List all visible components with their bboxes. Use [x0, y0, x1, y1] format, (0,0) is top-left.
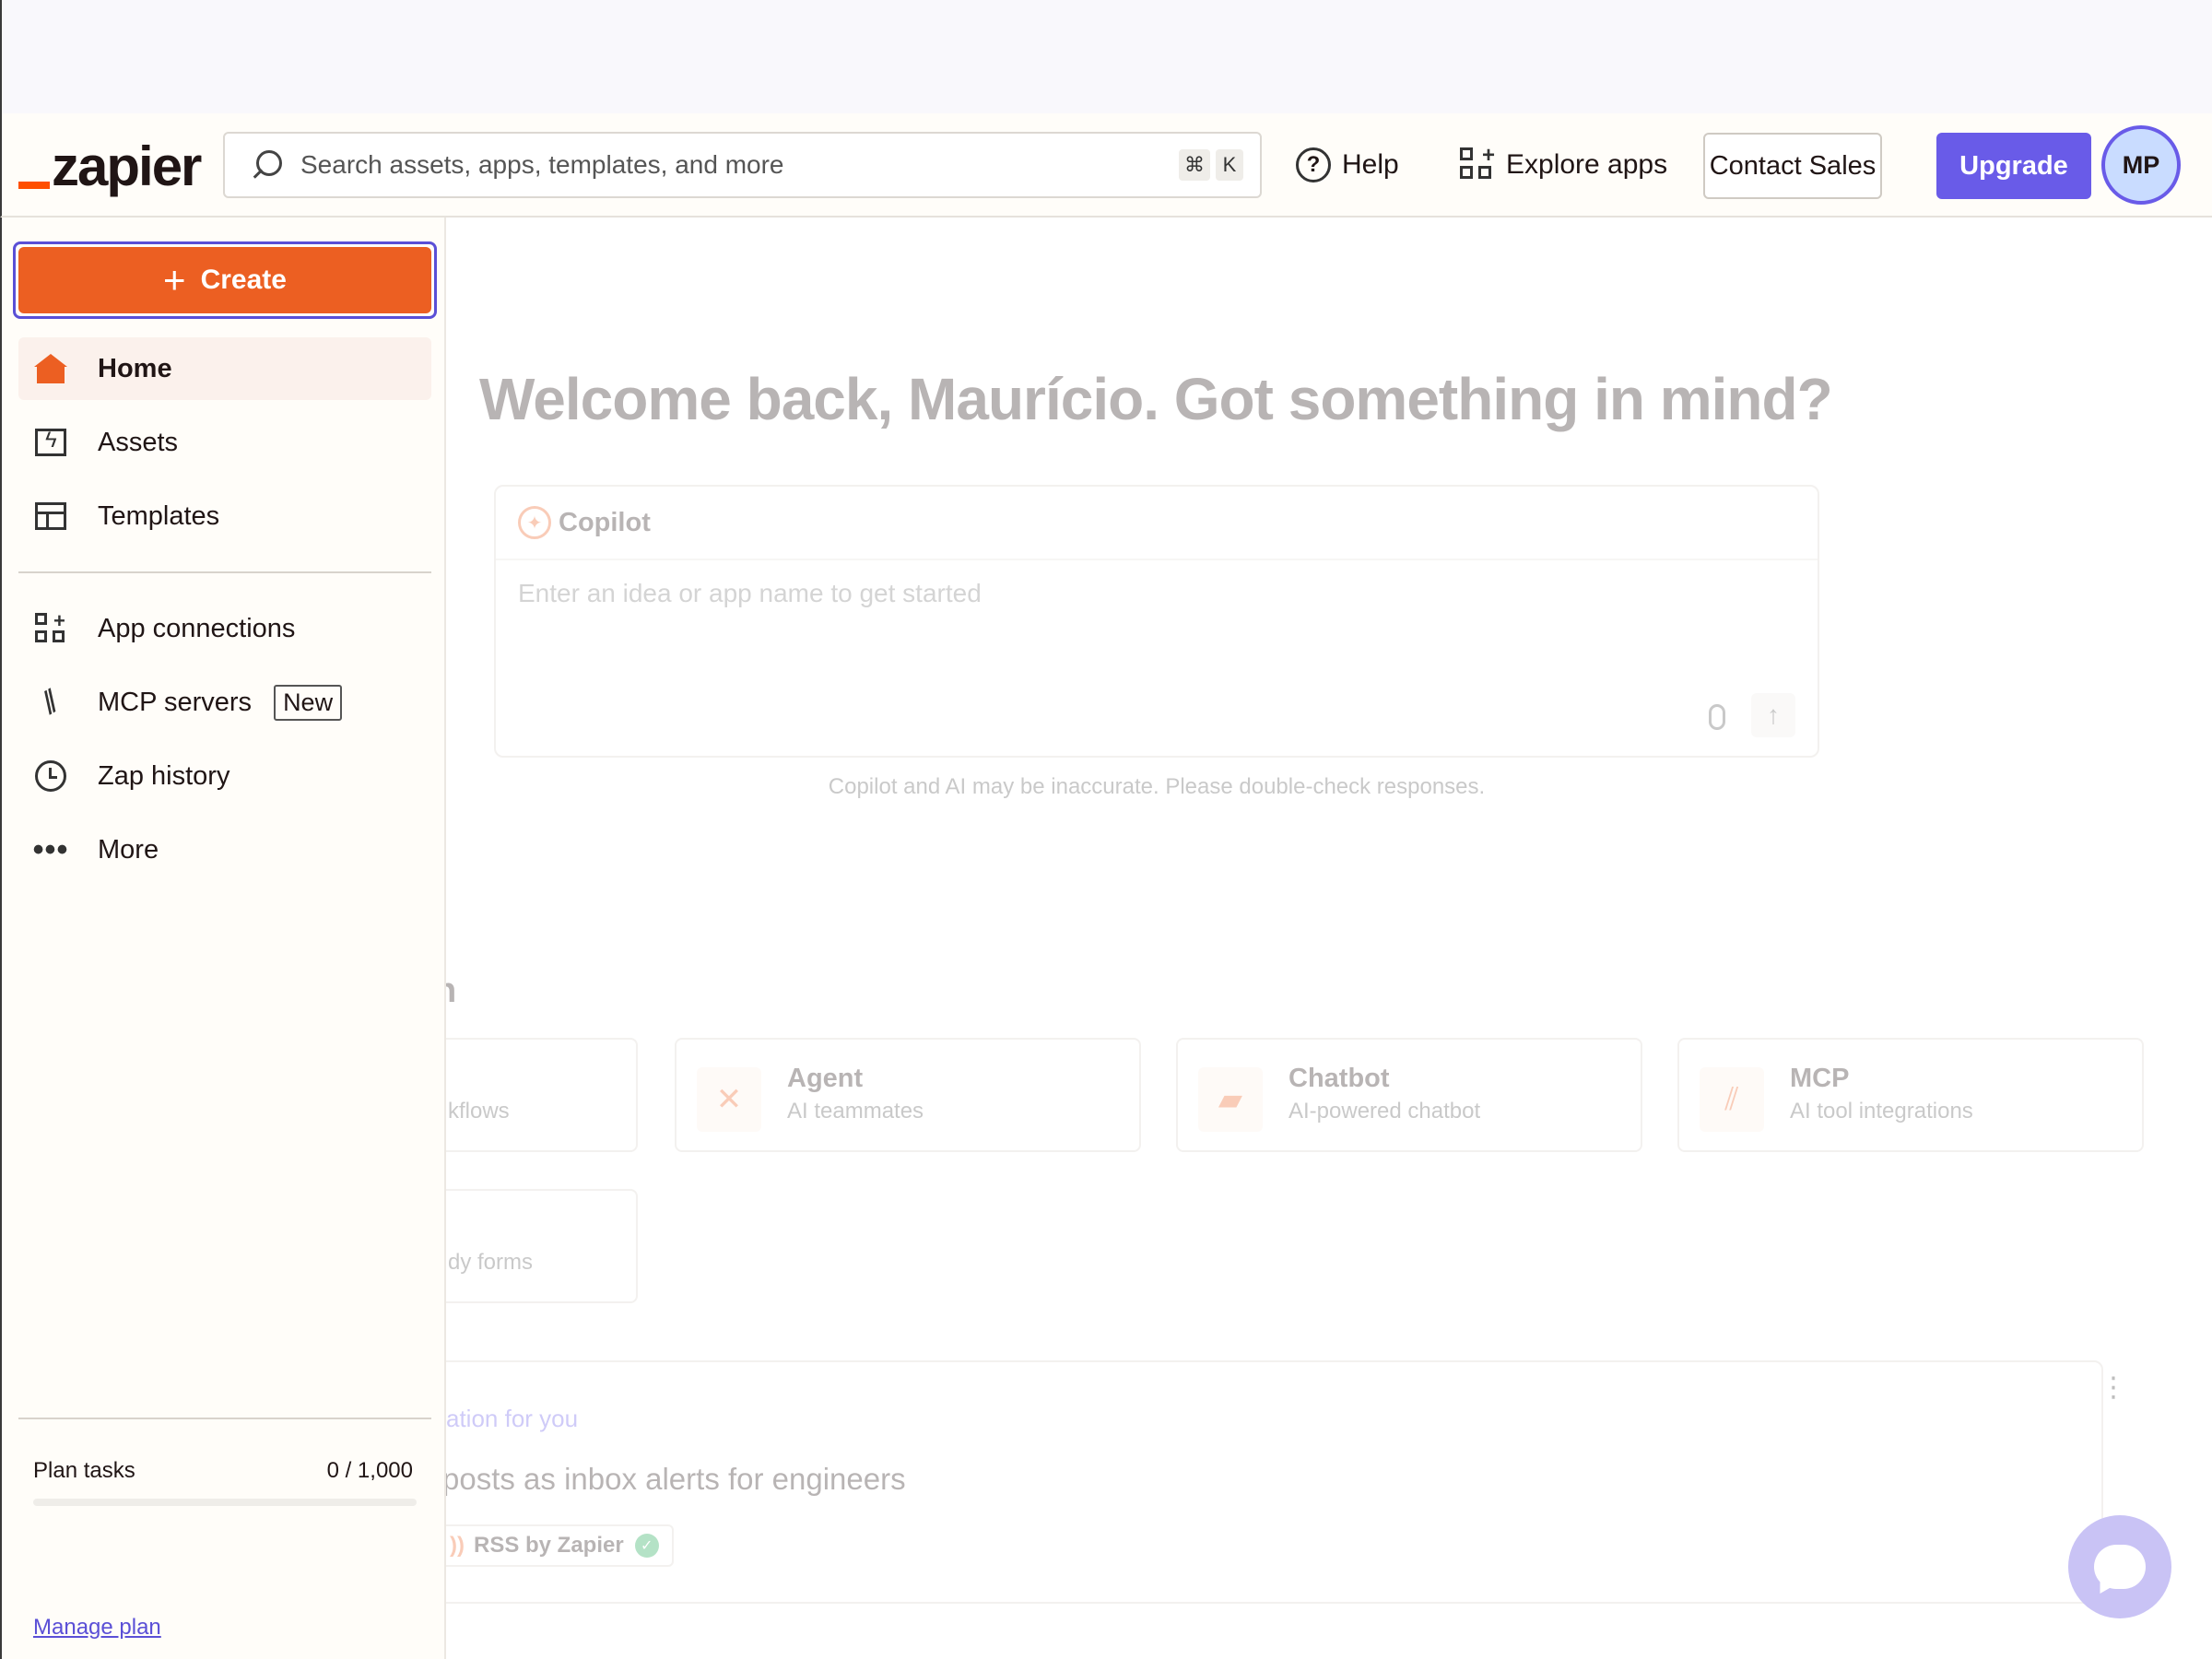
plan-tasks-progress: [33, 1499, 417, 1506]
copilot-input[interactable]: Enter an idea or app name to get started: [518, 579, 982, 608]
browser-top-strip: [0, 0, 2212, 113]
copilot-disclaimer: Copilot and AI may be inaccurate. Please…: [828, 774, 1486, 799]
copilot-card: ✦ Copilot Enter an idea or app name to g…: [494, 485, 1819, 758]
sidebar-item-more[interactable]: ••• More: [18, 818, 431, 881]
sidebar-item-home[interactable]: Home: [18, 337, 431, 400]
sidebar-item-templates[interactable]: Templates: [18, 485, 431, 547]
search-input[interactable]: Search assets, apps, templates, and more…: [223, 132, 1262, 198]
k-key: K: [1216, 149, 1243, 181]
copilot-header: ✦ Copilot: [496, 487, 1818, 560]
tile-forms[interactable]: dy forms: [446, 1189, 638, 1303]
clock-icon: [31, 757, 70, 795]
help-icon: ?: [1296, 147, 1331, 182]
tile-title: MCP: [1790, 1064, 1850, 1093]
top-header: zapier Search assets, apps, templates, a…: [0, 113, 2212, 218]
search-icon: [247, 147, 284, 183]
section-heading: h: [446, 971, 456, 1011]
sidebar-item-label: Templates: [98, 500, 220, 531]
tile-mcp[interactable]: ⫽ MCP AI tool integrations: [1677, 1038, 2144, 1152]
assets-icon: [31, 423, 70, 462]
logo-text: zapier: [52, 135, 202, 197]
more-dots-icon: •••: [32, 832, 69, 867]
cmd-key: ⌘: [1179, 149, 1210, 181]
tile-subtitle: AI teammates: [787, 1099, 924, 1124]
chat-support-button[interactable]: [2068, 1515, 2171, 1618]
chatbot-icon: ▰: [1198, 1067, 1263, 1132]
send-button[interactable]: ↑: [1751, 693, 1795, 737]
sidebar-item-label: App connections: [98, 613, 296, 643]
new-badge: New: [274, 684, 343, 721]
rss-icon: )): [450, 1533, 465, 1558]
sidebar-item-label: More: [98, 834, 159, 865]
search-placeholder: Search assets, apps, templates, and more: [300, 150, 784, 179]
zapier-logo[interactable]: zapier: [18, 135, 202, 197]
app-connections-icon: +: [31, 609, 70, 648]
home-icon: [31, 349, 70, 388]
mcp-icon: ⫽: [36, 683, 65, 720]
create-button[interactable]: + Create: [18, 247, 431, 313]
page-title: Welcome back, Maurício. Got something in…: [479, 366, 1833, 432]
sidebar-bottom-divider: [18, 1418, 431, 1419]
explore-apps-label: Explore apps: [1506, 149, 1668, 180]
sidebar-divider: [18, 571, 431, 573]
sidebar-item-app-connections[interactable]: + App connections: [18, 597, 431, 660]
explore-apps-button[interactable]: + Explore apps: [1460, 141, 1667, 189]
sidebar-item-label: Assets: [98, 427, 179, 457]
keyboard-shortcut: ⌘ K: [1179, 149, 1243, 181]
sidebar: + Create Home Assets Templates + App con…: [0, 218, 446, 1659]
app-chip: )) RSS by Zapier ✓: [446, 1524, 674, 1567]
sidebar-item-label: Home: [98, 353, 172, 383]
logo-bar: [18, 182, 50, 189]
create-button-focus-ring: + Create: [13, 241, 437, 319]
apps-grid-icon: +: [1460, 145, 1495, 182]
manage-plan-link[interactable]: Manage plan: [33, 1615, 161, 1641]
agent-icon: ✕: [697, 1067, 761, 1132]
mcp-tile-icon: ⫽: [1700, 1067, 1764, 1132]
tile-title: Chatbot: [1288, 1064, 1390, 1093]
tile-subtitle: kflows: [448, 1099, 510, 1124]
tile-agent[interactable]: ✕ Agent AI teammates: [675, 1038, 1141, 1152]
sidebar-item-label: Zap history: [98, 760, 230, 791]
tile-subtitle: AI-powered chatbot: [1288, 1099, 1481, 1124]
create-label: Create: [200, 265, 287, 295]
help-button[interactable]: ? Help: [1296, 141, 1399, 189]
chat-bubble-icon: [2094, 1545, 2146, 1589]
contact-sales-button[interactable]: Contact Sales: [1703, 133, 1882, 199]
sidebar-item-label: MCP servers: [98, 687, 253, 717]
plan-tasks-label: Plan tasks: [33, 1458, 135, 1483]
tile-title: Agent: [787, 1064, 864, 1093]
tile-subtitle: AI tool integrations: [1790, 1099, 1973, 1124]
templates-icon: [31, 497, 70, 535]
upgrade-button[interactable]: Upgrade: [1936, 133, 2091, 199]
copilot-title: Copilot: [559, 507, 651, 537]
avatar[interactable]: MP: [2101, 125, 2181, 205]
sidebar-item-assets[interactable]: Assets: [18, 411, 431, 474]
kebab-menu-icon[interactable]: ⋮: [2100, 1374, 2127, 1402]
copilot-icon: ✦: [518, 506, 551, 539]
sidebar-item-mcp-servers[interactable]: ⫽ MCP servers New: [18, 671, 431, 734]
sidebar-item-zap-history[interactable]: Zap history: [18, 745, 431, 807]
tile-workflows[interactable]: kflows: [446, 1038, 638, 1152]
plus-icon: +: [163, 258, 186, 301]
tile-subtitle: dy forms: [448, 1250, 534, 1275]
recommendation-title: posts as inbox alerts for engineers: [446, 1462, 906, 1496]
help-label: Help: [1342, 149, 1399, 180]
plan-tasks-value: 0 / 1,000: [326, 1458, 413, 1483]
tile-chatbot[interactable]: ▰ Chatbot AI-powered chatbot: [1176, 1038, 1642, 1152]
verified-check-icon: ✓: [634, 1534, 659, 1558]
recommendation-label: ation for you: [446, 1405, 579, 1432]
main-content: Welcome back, Maurício. Got something in…: [446, 218, 2212, 1659]
microphone-icon[interactable]: [1709, 704, 1725, 730]
app-chip-label: RSS by Zapier: [473, 1533, 624, 1558]
